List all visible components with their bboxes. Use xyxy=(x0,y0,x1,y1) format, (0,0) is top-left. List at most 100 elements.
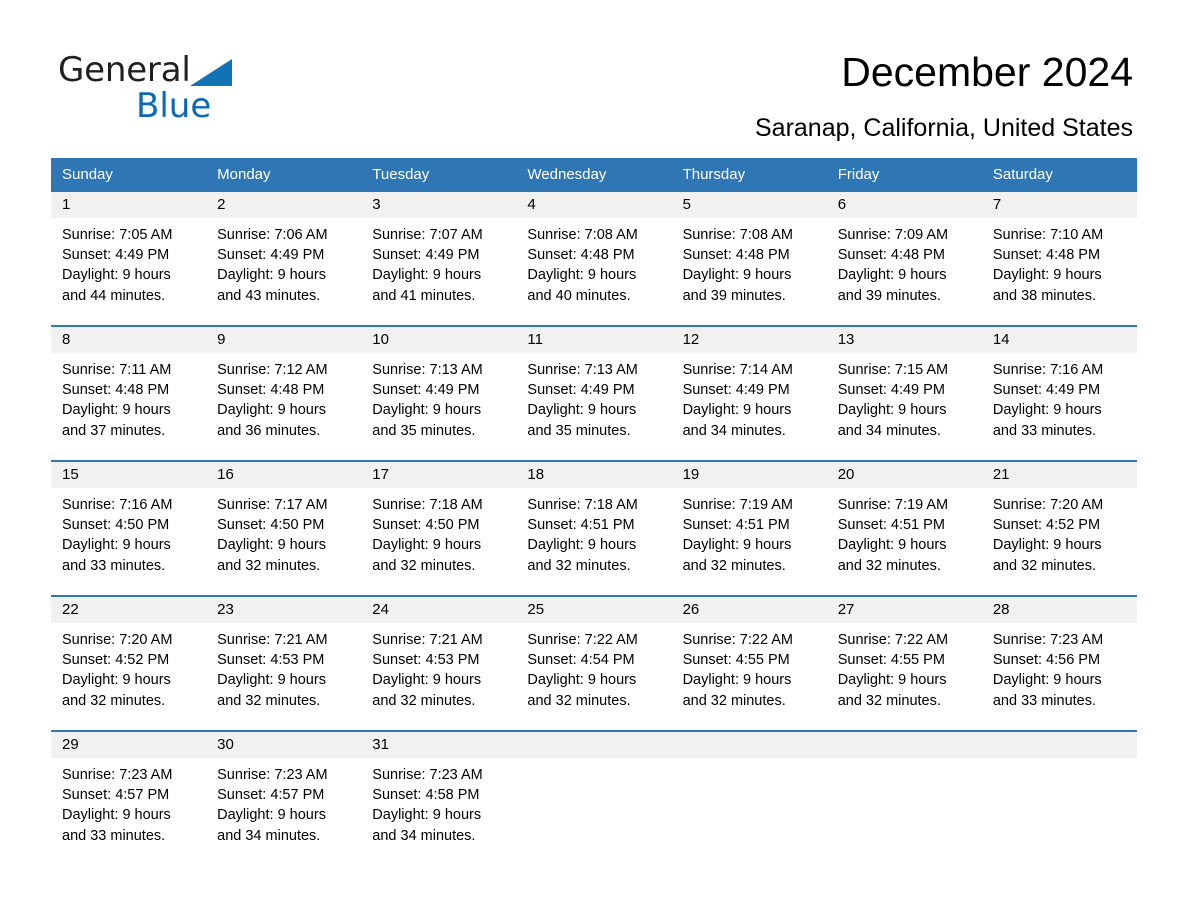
daylight-text-line2: and 32 minutes. xyxy=(217,557,321,574)
day-details: Sunrise: 7:11 AM Sunset: 4:48 PM Daylight:… xyxy=(51,353,206,441)
daylight-text-line2: and 33 minutes. xyxy=(992,422,1097,439)
sunset-text: Sunset: 4:51 PM xyxy=(682,517,790,534)
sunset-text: Sunset: 4:49 PM xyxy=(217,247,325,264)
day-number: 10 xyxy=(361,327,517,353)
page-header: General Blue December 2024 Saranap, Cali… xyxy=(0,0,1188,150)
day-cell[interactable]: 25 Sunrise: 7:22 AM Sunset: 4:54 PM Dayligh… xyxy=(516,595,672,731)
day-cell[interactable]: 21 Sunrise: 7:20 AM Sunset: 4:52 PM Dayligh… xyxy=(981,460,1137,596)
daylight-text-line2: and 39 minutes. xyxy=(837,287,941,304)
day-cell[interactable]: 14 Sunrise: 7:16 AM Sunset: 4:49 PM Dayligh… xyxy=(981,325,1137,461)
sunrise-text: Sunrise: 7:13 AM xyxy=(527,362,638,378)
sunset-text: Sunset: 4:54 PM xyxy=(527,652,635,669)
day-details: Sunrise: 7:20 AM Sunset: 4:52 PM Daylight:… xyxy=(982,488,1137,576)
day-cell[interactable]: 28 Sunrise: 7:23 AM Sunset: 4:56 PM Dayligh… xyxy=(981,595,1137,731)
sunset-text: Sunset: 4:57 PM xyxy=(217,787,325,804)
daylight-text-line2: and 33 minutes. xyxy=(992,692,1097,709)
daylight-text-line2: and 41 minutes. xyxy=(372,287,476,304)
week-row: 22 Sunrise: 7:20 AM Sunset: 4:52 PM Dayligh… xyxy=(51,595,1137,731)
sunset-text: Sunset: 4:48 PM xyxy=(837,247,945,264)
sunrise-text: Sunrise: 7:18 AM xyxy=(372,497,483,513)
day-cell[interactable]: 15 Sunrise: 7:16 AM Sunset: 4:50 PM Dayligh… xyxy=(51,460,207,596)
daylight-text-line1: Daylight: 9 hours xyxy=(837,672,947,689)
day-cell[interactable]: 31 Sunrise: 7:23 AM Sunset: 4:58 PM Dayligh… xyxy=(361,730,517,865)
day-cell[interactable]: 4 Sunrise: 7:08 AM Sunset: 4:48 PM Daylight… xyxy=(516,190,672,326)
sunrise-text: Sunrise: 7:20 AM xyxy=(62,632,173,648)
daylight-text-line2: and 34 minutes. xyxy=(217,827,321,844)
daylight-text-line1: Daylight: 9 hours xyxy=(527,267,637,284)
day-number: 18 xyxy=(516,462,672,488)
weekday-header-tuesday: Tuesday xyxy=(361,158,517,191)
sunset-text: Sunset: 4:49 PM xyxy=(62,247,170,264)
day-details: Sunrise: 7:22 AM Sunset: 4:54 PM Daylight:… xyxy=(516,623,671,711)
daylight-text-line1: Daylight: 9 hours xyxy=(372,537,482,554)
day-number: 1 xyxy=(51,192,207,218)
day-cell[interactable]: 30 Sunrise: 7:23 AM Sunset: 4:57 PM Dayligh… xyxy=(206,730,362,865)
day-cell[interactable]: 7 Sunrise: 7:10 AM Sunset: 4:48 PM Daylight… xyxy=(981,190,1137,326)
daylight-text-line1: Daylight: 9 hours xyxy=(992,537,1102,554)
day-details: Sunrise: 7:23 AM Sunset: 4:58 PM Daylight:… xyxy=(361,758,516,846)
day-cell[interactable]: 9 Sunrise: 7:12 AM Sunset: 4:48 PM Daylight… xyxy=(206,325,362,461)
day-number: 2 xyxy=(206,192,362,218)
day-cell[interactable]: 18 Sunrise: 7:18 AM Sunset: 4:51 PM Dayligh… xyxy=(516,460,672,596)
day-number: 16 xyxy=(206,462,362,488)
daylight-text-line2: and 32 minutes. xyxy=(62,692,166,709)
sunrise-text: Sunrise: 7:07 AM xyxy=(372,227,483,243)
day-cell[interactable]: 27 Sunrise: 7:22 AM Sunset: 4:55 PM Dayligh… xyxy=(826,595,982,731)
day-details: Sunrise: 7:18 AM Sunset: 4:50 PM Daylight:… xyxy=(361,488,516,576)
day-number: 28 xyxy=(981,597,1137,623)
calendar-table: Sunday Monday Tuesday Wednesday Thursday… xyxy=(51,158,1137,865)
daylight-text-line1: Daylight: 9 hours xyxy=(527,402,637,419)
day-cell[interactable]: 11 Sunrise: 7:13 AM Sunset: 4:49 PM Dayligh… xyxy=(516,325,672,461)
day-details: Sunrise: 7:14 AM Sunset: 4:49 PM Daylight:… xyxy=(672,353,827,441)
day-cell[interactable]: 16 Sunrise: 7:17 AM Sunset: 4:50 PM Dayligh… xyxy=(206,460,362,596)
sunset-text: Sunset: 4:52 PM xyxy=(992,517,1101,534)
daylight-text-line2: and 43 minutes. xyxy=(217,287,321,304)
day-cell[interactable]: 22 Sunrise: 7:20 AM Sunset: 4:52 PM Dayligh… xyxy=(51,595,207,731)
day-number: 22 xyxy=(51,597,207,623)
day-details: Sunrise: 7:10 AM Sunset: 4:48 PM Daylight:… xyxy=(982,218,1137,306)
day-cell-empty xyxy=(826,730,982,865)
day-cell[interactable]: 23 Sunrise: 7:21 AM Sunset: 4:53 PM Dayligh… xyxy=(206,595,362,731)
sunrise-text: Sunrise: 7:08 AM xyxy=(527,227,638,243)
day-cell[interactable]: 6 Sunrise: 7:09 AM Sunset: 4:48 PM Daylight… xyxy=(826,190,982,326)
logo-top-line: General xyxy=(58,50,318,90)
day-cell[interactable]: 29 Sunrise: 7:23 AM Sunset: 4:57 PM Dayligh… xyxy=(51,730,207,865)
day-cell[interactable]: 12 Sunrise: 7:14 AM Sunset: 4:49 PM Dayligh… xyxy=(671,325,827,461)
sunset-text: Sunset: 4:49 PM xyxy=(372,247,480,264)
day-cell[interactable]: 13 Sunrise: 7:15 AM Sunset: 4:49 PM Dayligh… xyxy=(826,325,982,461)
daylight-text-line2: and 33 minutes. xyxy=(62,827,166,844)
sunset-text: Sunset: 4:55 PM xyxy=(837,652,945,669)
day-cell[interactable]: 3 Sunrise: 7:07 AM Sunset: 4:49 PM Daylight… xyxy=(361,190,517,326)
daylight-text-line2: and 36 minutes. xyxy=(217,422,321,439)
page-subtitle-location: Saranap, California, United States xyxy=(755,114,1133,142)
daylight-text-line1: Daylight: 9 hours xyxy=(62,402,171,419)
sunrise-text: Sunrise: 7:23 AM xyxy=(992,632,1104,648)
day-cell[interactable]: 19 Sunrise: 7:19 AM Sunset: 4:51 PM Dayligh… xyxy=(671,460,827,596)
daylight-text-line1: Daylight: 9 hours xyxy=(837,402,947,419)
sunset-text: Sunset: 4:48 PM xyxy=(527,247,635,264)
day-details: Sunrise: 7:22 AM Sunset: 4:55 PM Daylight:… xyxy=(827,623,982,711)
day-cell[interactable]: 24 Sunrise: 7:21 AM Sunset: 4:53 PM Dayligh… xyxy=(361,595,517,731)
day-cell[interactable]: 20 Sunrise: 7:19 AM Sunset: 4:51 PM Dayligh… xyxy=(826,460,982,596)
sunrise-text: Sunrise: 7:16 AM xyxy=(992,362,1104,378)
day-number: 11 xyxy=(516,327,672,353)
day-cell[interactable]: 5 Sunrise: 7:08 AM Sunset: 4:48 PM Daylight… xyxy=(671,190,827,326)
day-cell-empty xyxy=(981,730,1137,865)
daylight-text-line1: Daylight: 9 hours xyxy=(992,672,1102,689)
day-cell[interactable]: 2 Sunrise: 7:06 AM Sunset: 4:49 PM Daylight… xyxy=(206,190,362,326)
sunset-text: Sunset: 4:51 PM xyxy=(837,517,945,534)
day-number: 8 xyxy=(51,327,207,353)
day-cell[interactable]: 17 Sunrise: 7:18 AM Sunset: 4:50 PM Dayligh… xyxy=(361,460,517,596)
day-cell[interactable]: 26 Sunrise: 7:22 AM Sunset: 4:55 PM Dayligh… xyxy=(671,595,827,731)
day-cell[interactable]: 8 Sunrise: 7:11 AM Sunset: 4:48 PM Daylight… xyxy=(51,325,207,461)
day-number: 27 xyxy=(826,597,982,623)
day-details: Sunrise: 7:09 AM Sunset: 4:48 PM Daylight:… xyxy=(827,218,982,306)
week-row: 29 Sunrise: 7:23 AM Sunset: 4:57 PM Dayligh… xyxy=(51,730,1137,865)
daylight-text-line1: Daylight: 9 hours xyxy=(837,537,947,554)
day-cell[interactable]: 1 Sunrise: 7:05 AM Sunset: 4:49 PM Daylight… xyxy=(51,190,207,326)
logo-text-general: General xyxy=(58,50,191,90)
daylight-text-line2: and 32 minutes. xyxy=(527,692,631,709)
day-cell[interactable]: 10 Sunrise: 7:13 AM Sunset: 4:49 PM Dayligh… xyxy=(361,325,517,461)
daylight-text-line2: and 32 minutes. xyxy=(527,557,631,574)
sunrise-text: Sunrise: 7:17 AM xyxy=(217,497,328,513)
